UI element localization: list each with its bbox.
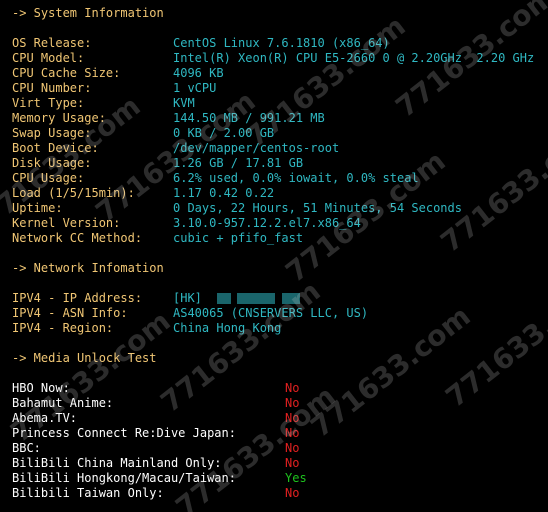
net-row-region: IPV4 - Region: China Hong Kong — [12, 321, 281, 336]
info-label: Network CC Method: — [12, 231, 143, 245]
media-row-bbc: BBC: No — [12, 441, 299, 456]
media-row-hbo-now: HBO Now: No — [12, 381, 299, 396]
info-row-boot-device: Boot Device: /dev/mapper/centos-root — [12, 141, 339, 156]
info-label: Virt Type: — [12, 96, 85, 110]
info-value: 0 KB / 2.00 GB — [173, 126, 275, 140]
info-label: CPU Number: — [12, 81, 92, 95]
info-label: Load (1/5/15min): — [12, 186, 135, 200]
info-value: /dev/mapper/centos-root — [173, 141, 340, 155]
media-label: BBC: — [12, 441, 41, 455]
info-row-kernel-version: Kernel Version: 3.10.0-957.12.2.el7.x86_… — [12, 216, 361, 231]
net-value: AS40065 (CNSERVERS LLC, US) — [173, 306, 369, 320]
info-row-network-cc: Network CC Method: cubic + pfifo_fast — [12, 231, 303, 246]
info-value: KVM — [173, 96, 195, 110]
info-row-cpu-cache: CPU Cache Size: 4096 KB — [12, 66, 224, 81]
net-value: China Hong Kong — [173, 321, 282, 335]
info-value: CentOS Linux 7.6.1810 (x86_64) — [173, 36, 390, 50]
info-value: 3.10.0-957.12.2.el7.x86_64 — [173, 216, 361, 230]
network-info-heading: -> Network Infomation — [12, 261, 164, 275]
media-row-bahamut: Bahamut Anime: No — [12, 396, 299, 411]
info-label: Uptime: — [12, 201, 63, 215]
info-label: CPU Usage: — [12, 171, 85, 185]
net-row-asn-info: IPV4 - ASN Info: AS40065 (CNSERVERS LLC,… — [12, 306, 368, 321]
info-value: 0 Days, 22 Hours, 51 Minutes, 54 Seconds — [173, 201, 462, 215]
info-value: Intel(R) Xeon(R) CPU E5-2660 0 @ 2.20GHz… — [173, 51, 535, 65]
net-value: [HK] — [173, 291, 202, 305]
watermark-text: 771633.com — [434, 114, 548, 259]
info-label: CPU Cache Size: — [12, 66, 121, 80]
media-row-princess-connect: Princess Connect Re:Dive Japan: No — [12, 426, 299, 441]
media-row-bilibili-hk-mo-tw: BiliBili Hongkong/Macau/Taiwan: Yes — [12, 471, 307, 486]
net-label: IPV4 - Region: — [12, 321, 114, 335]
media-row-bilibili-taiwan: Bilibili Taiwan Only: No — [12, 486, 299, 501]
watermark-text: 771633.com — [439, 269, 548, 414]
watermark-text: 771633.com — [304, 299, 477, 444]
net-label: IPV4 - IP Address: — [12, 291, 143, 305]
info-label: OS Release: — [12, 36, 92, 50]
info-row-load: Load (1/5/15min): 1.17 0.42 0.22 — [12, 186, 274, 201]
media-row-abema: Abema.TV: No — [12, 411, 299, 426]
info-value: 6.2% used, 0.0% iowait, 0.0% steal — [173, 171, 419, 185]
media-test-heading: -> Media Unlock Test — [12, 351, 157, 365]
watermark-text: 771633.com — [169, 379, 342, 512]
media-status: No — [285, 396, 300, 410]
info-row-memory-usage: Memory Usage: 144.50 MB / 991.21 MB — [12, 111, 325, 126]
media-status: No — [285, 486, 300, 500]
info-row-disk-usage: Disk Usage: 1.26 GB / 17.81 GB — [12, 156, 303, 171]
info-value: 4096 KB — [173, 66, 224, 80]
info-value: 144.50 MB / 991.21 MB — [173, 111, 325, 125]
info-row-swap-usage: Swap Usage: 0 KB / 2.00 GB — [12, 126, 274, 141]
media-label: Bahamut Anime: — [12, 396, 114, 410]
info-row-cpu-number: CPU Number: 1 vCPU — [12, 81, 216, 96]
media-status: No — [285, 456, 300, 470]
info-value: 1.26 GB / 17.81 GB — [173, 156, 304, 170]
media-label: BiliBili Hongkong/Macau/Taiwan: — [12, 471, 236, 485]
media-label: Abema.TV: — [12, 411, 78, 425]
media-status: No — [285, 381, 300, 395]
info-row-cpu-usage: CPU Usage: 6.2% used, 0.0% iowait, 0.0% … — [12, 171, 419, 186]
media-status: Yes — [285, 471, 307, 485]
info-row-virt-type: Virt Type: KVM — [12, 96, 195, 111]
media-status: No — [285, 411, 300, 425]
info-row-os-release: OS Release: CentOS Linux 7.6.1810 (x86_6… — [12, 36, 390, 51]
info-value: 1 vCPU — [173, 81, 217, 95]
media-label: HBO Now: — [12, 381, 70, 395]
redaction-block — [282, 293, 300, 304]
net-row-ip-address: IPV4 - IP Address: [HK] — [12, 291, 300, 306]
media-row-bilibili-mainland: BiliBili China Mainland Only: No — [12, 456, 299, 471]
info-label: Boot Device: — [12, 141, 99, 155]
media-status: No — [285, 426, 300, 440]
info-row-cpu-model: CPU Model: Intel(R) Xeon(R) CPU E5-2660 … — [12, 51, 534, 66]
media-label: Princess Connect Re:Dive Japan: — [12, 426, 236, 440]
system-info-heading: -> System Information — [12, 6, 164, 20]
media-label: BiliBili China Mainland Only: — [12, 456, 222, 470]
info-label: Memory Usage: — [12, 111, 106, 125]
redaction-block — [237, 293, 275, 304]
terminal-window[interactable]: -> System Information OS Release: CentOS… — [0, 0, 548, 512]
info-label: CPU Model: — [12, 51, 85, 65]
redaction-block — [217, 293, 231, 304]
media-status: No — [285, 441, 300, 455]
info-label: Disk Usage: — [12, 156, 92, 170]
net-label: IPV4 - ASN Info: — [12, 306, 128, 320]
info-value: 1.17 0.42 0.22 — [173, 186, 275, 200]
media-label: Bilibili Taiwan Only: — [12, 486, 164, 500]
info-row-uptime: Uptime: 0 Days, 22 Hours, 51 Minutes, 54… — [12, 201, 462, 216]
info-value: cubic + pfifo_fast — [173, 231, 304, 245]
info-label: Kernel Version: — [12, 216, 121, 230]
info-label: Swap Usage: — [12, 126, 92, 140]
